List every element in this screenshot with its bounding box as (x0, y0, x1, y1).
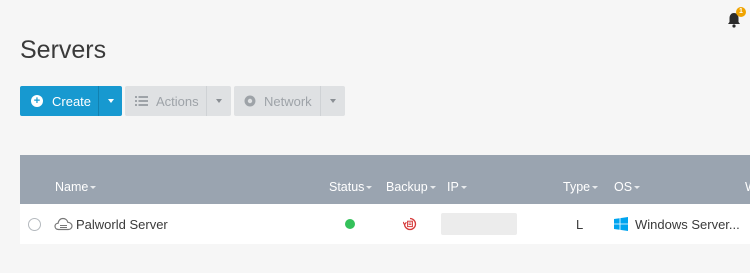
actions-button[interactable]: Actions (125, 86, 206, 116)
column-header-status[interactable]: Status (329, 180, 373, 194)
sort-caret-icon (634, 185, 641, 189)
cloud-server-icon (54, 217, 73, 231)
backup-icon[interactable] (403, 217, 417, 231)
column-header-w[interactable]: W (745, 180, 750, 194)
chevron-down-icon (216, 99, 222, 103)
column-header-type[interactable]: Type (563, 180, 599, 194)
status-cell (345, 204, 355, 244)
table-row[interactable]: Palworld Server L Windows Server... (20, 204, 750, 244)
os-cell: Windows Server... (614, 204, 740, 244)
network-button-label: Network (264, 93, 312, 109)
column-header-label: Type (563, 180, 591, 194)
chevron-down-icon (330, 99, 336, 103)
column-header-backup[interactable]: Backup (386, 180, 436, 194)
network-dropdown-toggle[interactable] (320, 86, 345, 116)
column-header-label: W (745, 180, 750, 194)
server-name-cell: Palworld Server (54, 204, 168, 244)
actions-dropdown-toggle[interactable] (206, 86, 231, 116)
network-button[interactable]: Network (234, 86, 320, 116)
network-icon (244, 95, 256, 107)
ip-cell (441, 204, 517, 244)
row-select-radio[interactable] (28, 217, 41, 231)
os-name: Windows Server... (635, 216, 740, 232)
sort-caret-icon (90, 185, 97, 189)
list-icon (135, 96, 148, 106)
column-header-label: Backup (386, 180, 428, 194)
column-header-label: OS (614, 180, 633, 194)
column-header-label: Status (329, 180, 365, 194)
ip-address-redacted (441, 213, 517, 235)
actions-button-label: Actions (156, 93, 199, 109)
create-button-label: Create (52, 93, 92, 109)
sort-caret-icon (592, 185, 599, 189)
column-header-name[interactable]: Name (55, 180, 97, 194)
page: 1 Servers + Create Actions Network Name … (0, 0, 750, 273)
create-dropdown-toggle[interactable] (98, 86, 122, 116)
table-header: Name Status Backup IP Type OS W (20, 155, 750, 204)
chevron-down-icon (107, 99, 114, 103)
column-header-os[interactable]: OS (614, 180, 641, 194)
windows-logo-icon (614, 217, 628, 231)
page-title: Servers (20, 36, 107, 64)
notification-badge: 1 (736, 7, 746, 17)
create-button[interactable]: + Create (20, 86, 98, 116)
server-name[interactable]: Palworld Server (76, 217, 168, 232)
type-cell: L (576, 204, 583, 244)
column-header-label: IP (447, 180, 459, 194)
plus-circle-icon: + (31, 95, 43, 107)
sort-caret-icon (460, 185, 467, 189)
status-running-icon (345, 219, 355, 229)
column-header-label: Name (55, 180, 89, 194)
row-select-cell (28, 204, 41, 244)
toolbar: + Create Actions Network (20, 86, 345, 116)
sort-caret-icon (429, 185, 436, 189)
backup-cell (403, 204, 417, 244)
server-type: L (576, 216, 584, 232)
sort-caret-icon (366, 185, 373, 189)
column-header-ip[interactable]: IP (447, 180, 467, 194)
